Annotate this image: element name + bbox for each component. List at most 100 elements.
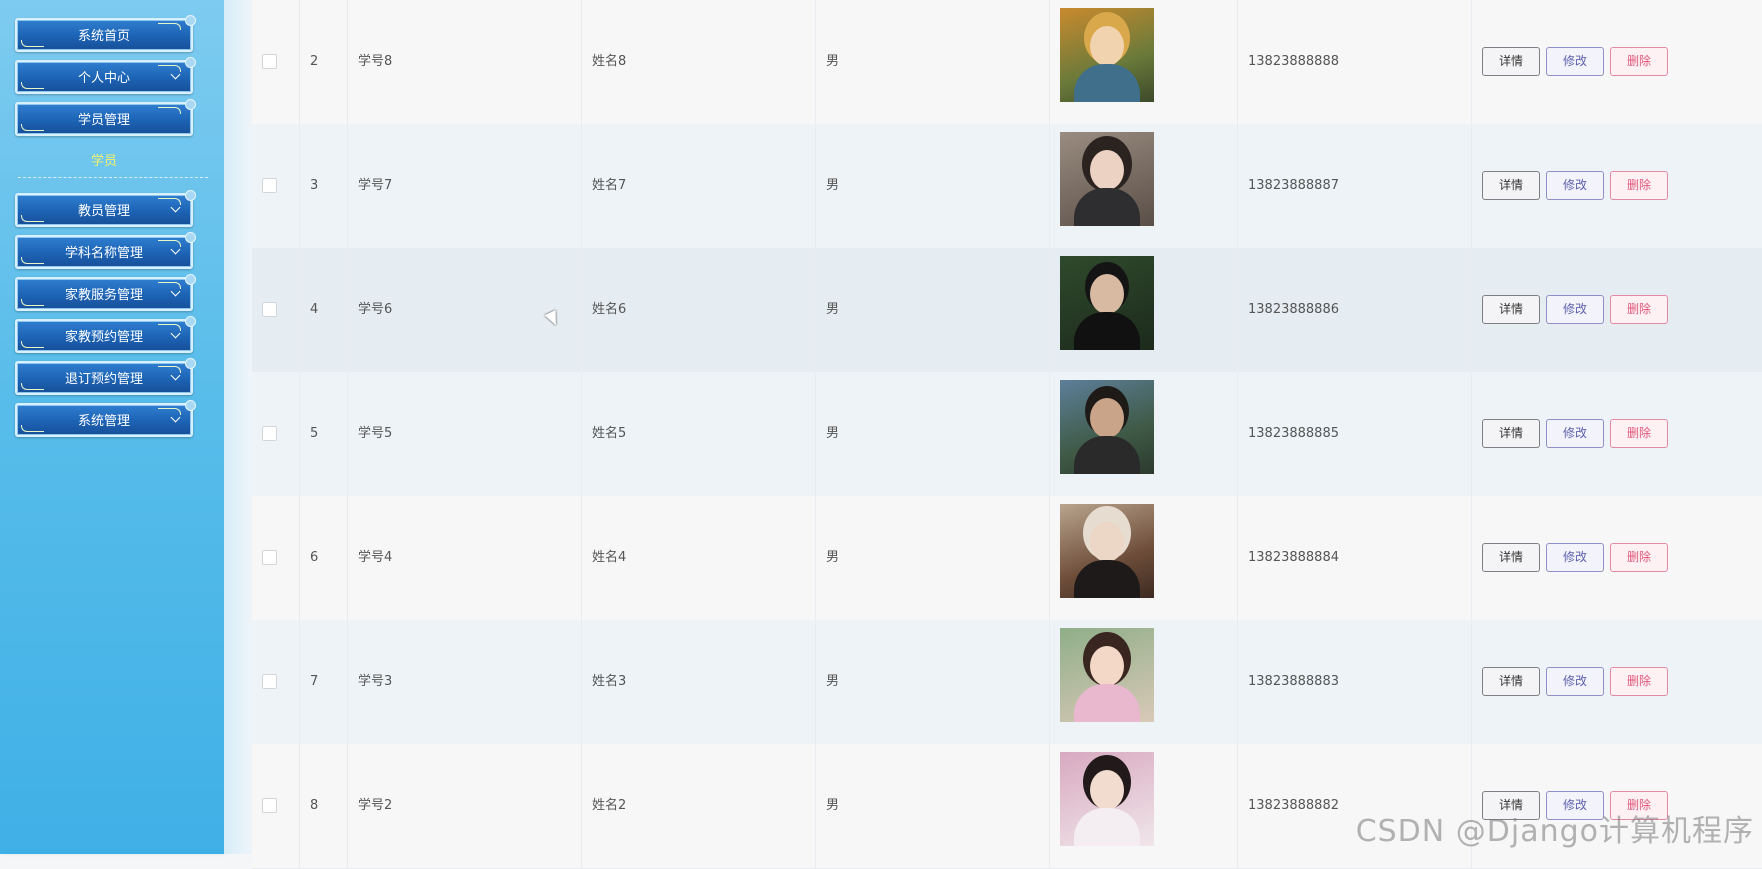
detail-button[interactable]: 详情 <box>1482 419 1540 448</box>
index-cell: 3 <box>300 124 348 248</box>
dot-icon <box>185 316 196 327</box>
student-photo <box>1060 752 1154 846</box>
dot-icon <box>185 274 196 285</box>
student-id-cell: 学号5 <box>348 372 582 496</box>
divider <box>18 177 208 178</box>
student-photo <box>1060 8 1154 102</box>
name-cell: 姓名3 <box>582 620 816 744</box>
student-id-cell: 学号8 <box>348 0 582 124</box>
menu-teacher-management[interactable]: 教员管理 <box>15 190 196 227</box>
ornament <box>158 107 181 114</box>
menu-label: 学员管理 <box>77 113 130 128</box>
index-cell: 4 <box>300 248 348 372</box>
operations-cell: 详情 修改 删除 <box>1472 0 1762 124</box>
name-cell: 姓名8 <box>582 0 816 124</box>
row-select-cell <box>252 124 300 248</box>
row-select-cell <box>252 248 300 372</box>
phone-cell: 13823888884 <box>1238 496 1472 620</box>
menu-label: 家教服务管理 <box>64 288 143 303</box>
edit-button[interactable]: 修改 <box>1546 419 1604 448</box>
row-select-cell <box>252 620 300 744</box>
menu-student-management[interactable]: 学员管理 <box>15 99 196 136</box>
menu-label: 退订预约管理 <box>64 372 143 387</box>
menu-label: 教员管理 <box>77 204 130 219</box>
menu-subject-management[interactable]: 学科名称管理 <box>15 232 196 269</box>
table-row: 5 学号5 姓名5 男 13823888885 详情 修改 删除 <box>252 372 1762 497</box>
edit-button[interactable]: 修改 <box>1546 543 1604 572</box>
detail-button[interactable]: 详情 <box>1482 171 1540 200</box>
ornament <box>21 40 44 47</box>
delete-button[interactable]: 删除 <box>1610 47 1668 76</box>
photo-head <box>1090 646 1124 686</box>
edit-button[interactable]: 修改 <box>1546 667 1604 696</box>
sex-cell: 男 <box>816 248 1050 372</box>
menu-label: 系统首页 <box>77 29 130 44</box>
detail-button[interactable]: 详情 <box>1482 47 1540 76</box>
row-checkbox[interactable] <box>262 54 277 69</box>
row-checkbox[interactable] <box>262 798 277 813</box>
menu-cancellation-management[interactable]: 退订预约管理 <box>15 358 196 395</box>
photo-head <box>1090 522 1124 562</box>
sex-cell: 男 <box>816 496 1050 620</box>
photo-head <box>1090 398 1124 438</box>
menu-label: 学科名称管理 <box>64 246 143 261</box>
row-select-cell <box>252 496 300 620</box>
detail-button[interactable]: 详情 <box>1482 295 1540 324</box>
photo-cell <box>1050 372 1238 496</box>
student-id-cell: 学号6 <box>348 248 582 372</box>
student-photo <box>1060 132 1154 226</box>
ornament <box>21 299 44 306</box>
operations-cell: 详情 修改 删除 <box>1472 496 1762 620</box>
detail-button[interactable]: 详情 <box>1482 667 1540 696</box>
dot-icon <box>185 57 196 68</box>
submenu-item-student[interactable]: 学员 <box>15 150 193 169</box>
menu-personal-center[interactable]: 个人中心 <box>15 57 196 94</box>
dot-icon <box>185 232 196 243</box>
delete-button[interactable]: 删除 <box>1610 171 1668 200</box>
sidebar: 系统首页 个人中心 学员管理 学员 教员管理 学科名称管理 家教服务管理 家教预… <box>0 0 224 854</box>
row-checkbox[interactable] <box>262 674 277 689</box>
row-checkbox[interactable] <box>262 178 277 193</box>
table-row: 4 学号6 姓名6 男 13823888886 详情 修改 删除 <box>252 248 1762 373</box>
table-row: 2 学号8 姓名8 男 13823888888 详情 修改 删除 <box>252 0 1762 125</box>
delete-button[interactable]: 删除 <box>1610 667 1668 696</box>
edit-button[interactable]: 修改 <box>1546 295 1604 324</box>
delete-button[interactable]: 删除 <box>1610 419 1668 448</box>
edit-button[interactable]: 修改 <box>1546 47 1604 76</box>
phone-cell: 13823888888 <box>1238 0 1472 124</box>
table-row: 6 学号4 姓名4 男 13823888884 详情 修改 删除 <box>252 496 1762 621</box>
student-table: 2 学号8 姓名8 男 13823888888 详情 修改 删除 3 学号7 姓名7… <box>252 0 1762 869</box>
row-checkbox[interactable] <box>262 302 277 317</box>
detail-button[interactable]: 详情 <box>1482 543 1540 572</box>
delete-button[interactable]: 删除 <box>1610 543 1668 572</box>
operations-cell: 详情 修改 删除 <box>1472 372 1762 496</box>
edit-button[interactable]: 修改 <box>1546 171 1604 200</box>
delete-button[interactable]: 删除 <box>1610 295 1668 324</box>
menu-booking-management[interactable]: 家教预约管理 <box>15 316 196 353</box>
row-checkbox[interactable] <box>262 426 277 441</box>
menu-home[interactable]: 系统首页 <box>15 15 196 52</box>
ornament <box>21 124 44 131</box>
photo-cell <box>1050 0 1238 124</box>
menu-system-management[interactable]: 系统管理 <box>15 400 196 437</box>
student-id-cell: 学号2 <box>348 744 582 868</box>
menu-label: 个人中心 <box>77 71 130 86</box>
photo-head <box>1090 770 1124 810</box>
row-checkbox[interactable] <box>262 550 277 565</box>
row-select-cell <box>252 372 300 496</box>
menu-tutoring-service-management[interactable]: 家教服务管理 <box>15 274 196 311</box>
index-cell: 6 <box>300 496 348 620</box>
student-photo <box>1060 256 1154 350</box>
ornament <box>21 341 44 348</box>
dot-icon <box>185 400 196 411</box>
ornament <box>158 23 181 30</box>
row-select-cell <box>252 744 300 868</box>
photo-cell <box>1050 620 1238 744</box>
ornament <box>21 215 44 222</box>
photo-cell <box>1050 124 1238 248</box>
sidebar-rail <box>224 0 253 854</box>
name-cell: 姓名5 <box>582 372 816 496</box>
menu-label: 系统管理 <box>77 414 130 429</box>
dot-icon <box>185 15 196 26</box>
menu-label: 家教预约管理 <box>64 330 143 345</box>
